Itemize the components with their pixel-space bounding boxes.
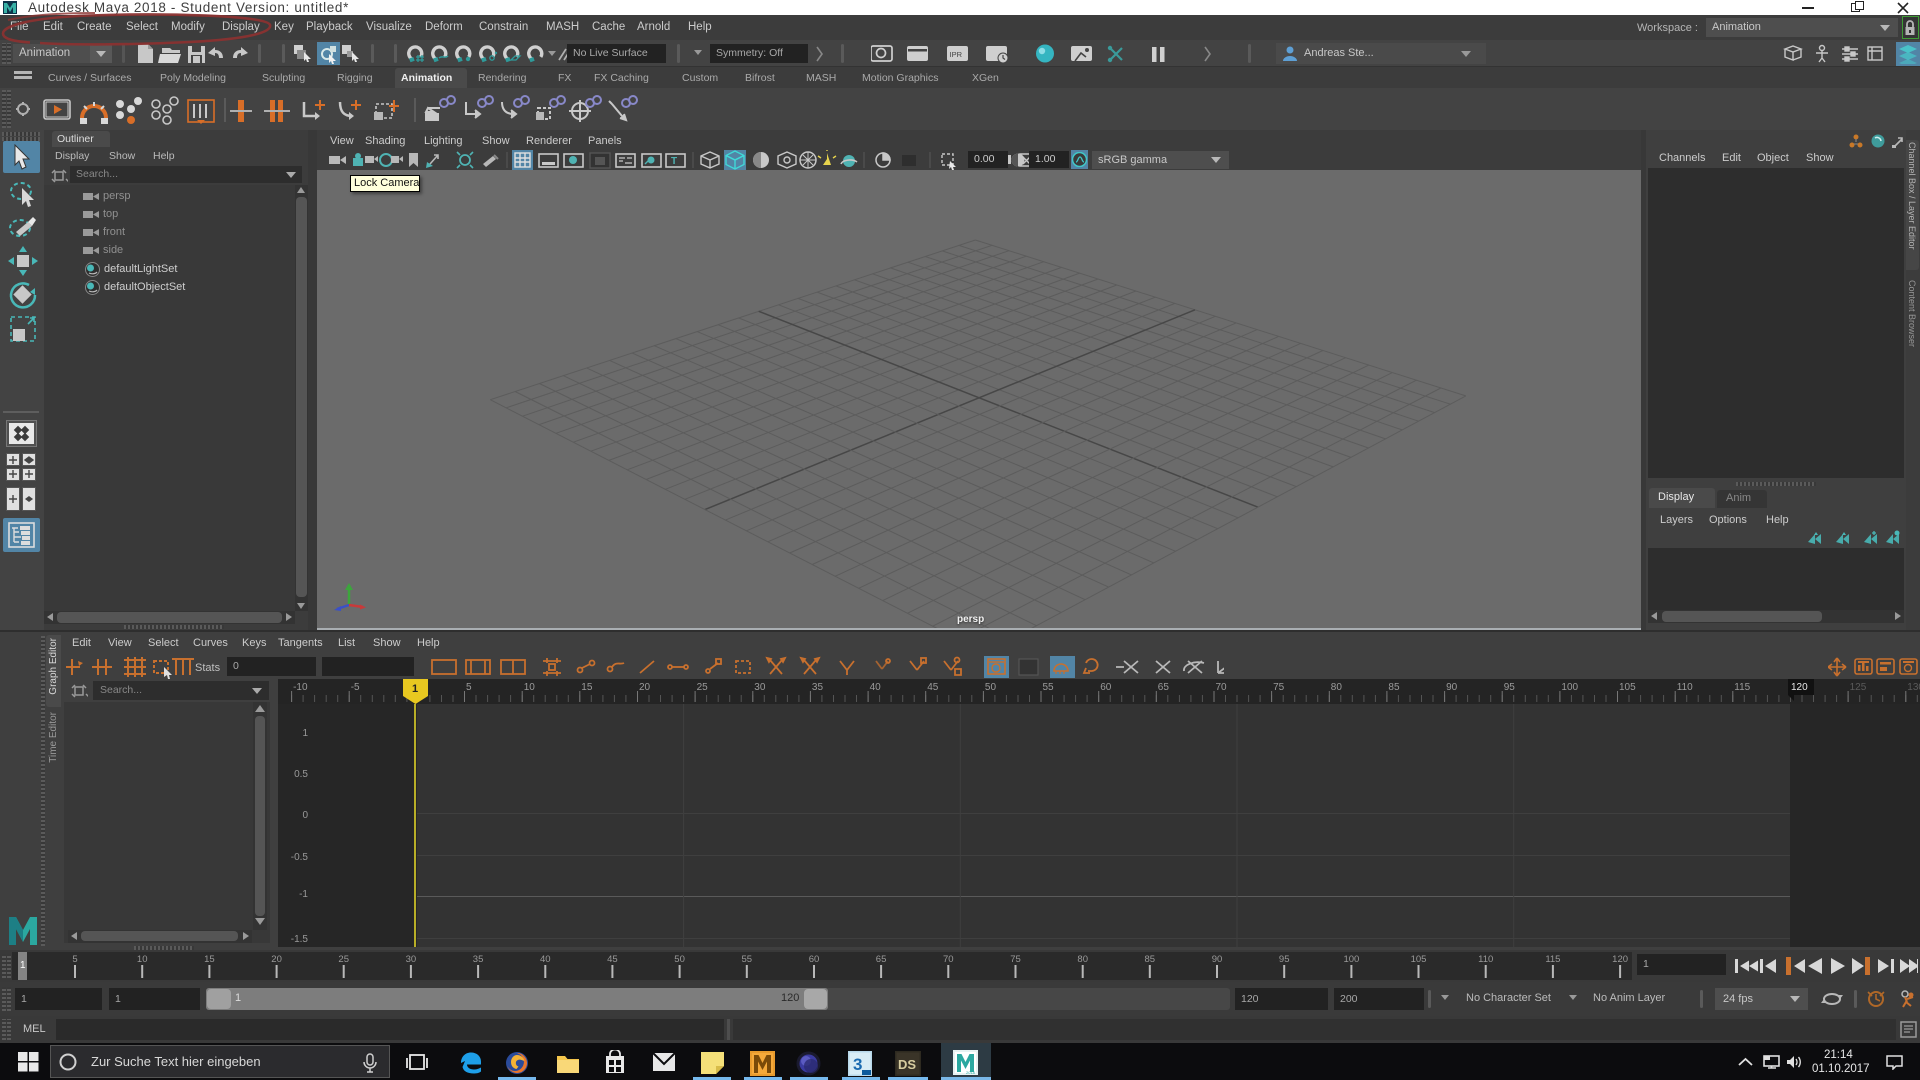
svg-text:45: 45 (927, 682, 939, 693)
svg-text:90: 90 (1446, 682, 1458, 693)
svg-text:10: 10 (524, 682, 536, 693)
svg-text:70: 70 (1216, 682, 1228, 693)
svg-text:2018: 2018 (966, 1070, 976, 1075)
svg-text:115: 115 (1545, 954, 1560, 965)
svg-text:115: 115 (1734, 682, 1750, 693)
svg-text:100: 100 (1343, 954, 1359, 965)
svg-text:20: 20 (639, 682, 651, 693)
svg-text:30: 30 (754, 682, 766, 693)
svg-text:80: 80 (1331, 682, 1343, 693)
svg-text:40: 40 (870, 682, 882, 693)
svg-text:T: T (671, 156, 677, 167)
svg-text:75: 75 (1010, 954, 1021, 965)
svg-text:20: 20 (271, 954, 282, 965)
svg-text:60: 60 (809, 954, 820, 965)
svg-text:25: 25 (697, 682, 709, 693)
svg-text:50: 50 (985, 682, 997, 693)
svg-text:15: 15 (581, 682, 593, 693)
svg-text:100: 100 (1561, 682, 1578, 693)
svg-text:95: 95 (1279, 954, 1290, 965)
svg-text:50: 50 (674, 954, 685, 965)
svg-text:65: 65 (1158, 682, 1170, 693)
svg-text:55: 55 (742, 954, 753, 965)
svg-text:60: 60 (1100, 682, 1112, 693)
svg-text:45: 45 (607, 954, 618, 965)
svg-text:90: 90 (1212, 954, 1223, 965)
svg-text:130: 130 (1907, 682, 1920, 693)
svg-text:40: 40 (540, 954, 551, 965)
svg-text:5: 5 (466, 682, 472, 693)
svg-text:95: 95 (1504, 682, 1516, 693)
svg-text:21:14: 21:14 (1824, 1049, 1853, 1061)
svg-text:DS: DS (898, 1057, 916, 1072)
svg-text:Stats: Stats (195, 662, 221, 674)
svg-text:35: 35 (473, 954, 484, 965)
svg-text:70: 70 (943, 954, 954, 965)
svg-text:3: 3 (853, 1055, 862, 1074)
svg-text:105: 105 (1411, 954, 1427, 965)
svg-text:55: 55 (1043, 682, 1055, 693)
svg-text:10: 10 (137, 954, 148, 965)
svg-text:-10: -10 (293, 682, 308, 693)
svg-text:80: 80 (1077, 954, 1088, 965)
svg-text:35: 35 (812, 682, 824, 693)
svg-text:120: 120 (1791, 682, 1808, 693)
svg-text:85: 85 (1145, 954, 1156, 965)
svg-text:-5: -5 (351, 682, 360, 693)
svg-text:105: 105 (1619, 682, 1636, 693)
svg-text:15: 15 (204, 954, 215, 965)
svg-text:65: 65 (876, 954, 887, 965)
svg-text:110: 110 (1478, 954, 1493, 965)
svg-text:25: 25 (338, 954, 349, 965)
svg-text:5: 5 (72, 954, 77, 965)
svg-text:1: 1 (412, 683, 418, 695)
svg-text:85: 85 (1388, 682, 1400, 693)
svg-text:120: 120 (1612, 954, 1628, 965)
svg-text:01.10.2017: 01.10.2017 (1812, 1063, 1870, 1075)
svg-text:30: 30 (406, 954, 417, 965)
svg-text:125: 125 (1850, 682, 1867, 693)
svg-text:110: 110 (1677, 682, 1693, 693)
svg-text:IPR: IPR (950, 50, 963, 59)
svg-text:75: 75 (1273, 682, 1285, 693)
